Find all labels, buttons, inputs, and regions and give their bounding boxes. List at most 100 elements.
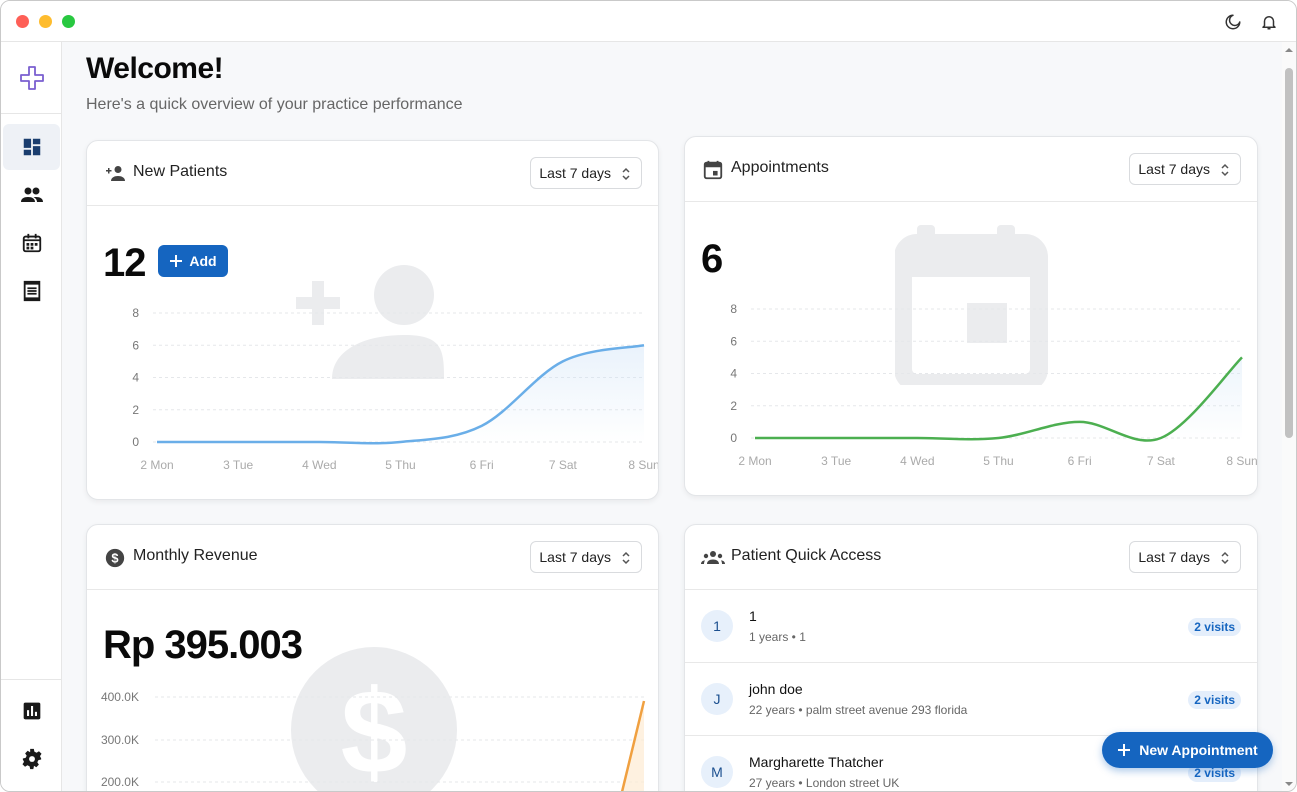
x-tick-label: 2 Mon: [140, 458, 173, 472]
updown-chevron-icon: [1221, 551, 1229, 565]
x-tick-label: 3 Tue: [223, 458, 253, 472]
y-tick-label: 4: [132, 371, 139, 385]
patient-row[interactable]: J john doe 22 years • palm street avenue…: [685, 663, 1257, 736]
y-tick-label: 0: [730, 431, 737, 445]
appointments-count: 6: [701, 237, 723, 281]
plus-cross-icon: [19, 65, 44, 90]
bar-chart-icon: [23, 702, 40, 720]
card-title: Monthly Revenue: [133, 547, 258, 564]
appointments-card: Appointments Last 7 days 6 8 6 4 2 02 Mon 3 T…: [684, 136, 1258, 496]
gear-icon: [21, 748, 42, 770]
new-patients-chart: 8 6 4 2 02 Mon 3 Tue 4 Wed 5 Thu 6 Fri 7 Sat 8 Sun: [132, 306, 659, 472]
person-add-icon: [103, 162, 127, 186]
patient-name: john doe: [749, 681, 803, 697]
moon-icon[interactable]: [1223, 12, 1243, 32]
patient-meta: 1 years • 1: [749, 630, 806, 644]
y-tick-label: 200.0K: [101, 775, 139, 789]
sidebar-item-dashboard[interactable]: [3, 124, 60, 170]
new-appointment-button[interactable]: New Appointment: [1102, 732, 1273, 768]
sidebar-divider: [1, 679, 62, 680]
main-content: Welcome! Here's a quick overview of your…: [62, 42, 1284, 791]
patient-row[interactable]: 1 1 1 years • 1 2 visits: [685, 590, 1257, 663]
receipt-icon: [23, 280, 40, 302]
series-line: [754, 356, 1243, 442]
x-tick-label: 8 Sun: [628, 458, 659, 472]
add-patient-button[interactable]: Add: [158, 245, 228, 277]
card-header: New Patients Last 7 days: [87, 141, 658, 206]
avatar: J: [701, 683, 733, 715]
select-value: Last 7 days: [539, 549, 611, 565]
visits-badge: 2 visits: [1188, 691, 1241, 709]
calendar-icon: [22, 233, 41, 253]
scrollbar[interactable]: [1282, 42, 1296, 791]
card-header: Appointments Last 7 days: [685, 137, 1257, 202]
add-button-label: Add: [189, 253, 217, 269]
monthly-revenue-value: Rp 395.003: [103, 623, 303, 667]
x-tick-label: 6 Fri: [1068, 454, 1092, 468]
updown-chevron-icon: [622, 167, 630, 181]
date-range-select[interactable]: Last 7 days: [530, 541, 642, 573]
plus-icon: [1118, 744, 1131, 756]
bell-icon[interactable]: [1259, 12, 1279, 32]
sidebar-item-records[interactable]: [3, 268, 60, 314]
sidebar-item-settings[interactable]: [3, 736, 60, 782]
minimize-window-button[interactable]: [39, 15, 52, 28]
x-tick-label: 7 Sat: [549, 458, 578, 472]
app-logo[interactable]: [1, 42, 62, 114]
card-title: Appointments: [731, 159, 829, 176]
x-tick-label: 8 Sun: [1226, 454, 1257, 468]
x-tick-label: 5 Thu: [385, 458, 415, 472]
people-icon: [20, 187, 43, 202]
y-tick-label: 0: [132, 435, 139, 449]
series-area: [755, 357, 1242, 441]
y-tick-label: 6: [132, 338, 139, 352]
svg-text:$: $: [111, 551, 118, 566]
updown-chevron-icon: [1221, 163, 1229, 177]
x-tick-label: 6 Fri: [470, 458, 494, 472]
y-tick-label: 6: [730, 334, 737, 348]
close-window-button[interactable]: [16, 15, 29, 28]
y-tick-label: 2: [132, 403, 139, 417]
select-value: Last 7 days: [1138, 161, 1210, 177]
appointments-chart: 8 6 4 2 02 Mon 3 Tue 4 Wed 5 Thu 6 Fri 7 Sat 8 Sun: [730, 302, 1257, 468]
card-title: New Patients: [133, 163, 228, 180]
calendar-icon: [701, 158, 725, 182]
new-patients-count: 12: [103, 241, 146, 285]
patient-name: 1: [749, 608, 757, 624]
avatar: M: [701, 756, 733, 788]
fab-label: New Appointment: [1139, 742, 1258, 758]
patient-meta: 27 years • London street UK: [749, 776, 900, 790]
patient-meta: 22 years • palm street avenue 293 florid…: [749, 703, 968, 717]
date-range-select[interactable]: Last 7 days: [1129, 541, 1241, 573]
date-range-select[interactable]: Last 7 days: [530, 157, 642, 189]
page-title: Welcome!: [86, 52, 224, 85]
page-subtitle: Here's a quick overview of your practice…: [86, 96, 463, 113]
card-header: Patient Quick Access Last 7 days: [685, 525, 1257, 590]
sidebar-item-calendar[interactable]: [3, 220, 60, 266]
avatar: 1: [701, 610, 733, 642]
select-value: Last 7 days: [539, 165, 611, 181]
y-tick-label: 8: [132, 306, 139, 320]
series-area: [157, 345, 644, 444]
sidebar: [1, 42, 62, 791]
monthly-revenue-card: $ $ Monthly Revenue Last 7 days Rp 395.0…: [86, 524, 659, 791]
maximize-window-button[interactable]: [62, 15, 75, 28]
dashboard-icon: [23, 138, 40, 156]
sidebar-item-patients[interactable]: [3, 172, 60, 218]
groups-icon: [701, 546, 725, 570]
y-tick-label: 4: [730, 367, 737, 381]
card-title: Patient Quick Access: [731, 547, 882, 564]
x-tick-label: 4 Wed: [302, 458, 336, 472]
x-tick-label: 2 Mon: [738, 454, 771, 468]
sidebar-item-reports[interactable]: [3, 688, 60, 734]
revenue-chart: 400.0K 300.0K 200.0K: [101, 690, 646, 791]
app-window: Welcome! Here's a quick overview of your…: [0, 0, 1297, 792]
x-tick-label: 3 Tue: [821, 454, 851, 468]
scroll-down-arrow-icon[interactable]: [1285, 780, 1293, 788]
x-tick-label: 4 Wed: [900, 454, 934, 468]
date-range-select[interactable]: Last 7 days: [1129, 153, 1241, 185]
scroll-up-arrow-icon[interactable]: [1285, 46, 1293, 54]
scrollbar-thumb[interactable]: [1285, 68, 1293, 438]
x-tick-label: 7 Sat: [1147, 454, 1176, 468]
select-value: Last 7 days: [1138, 549, 1210, 565]
